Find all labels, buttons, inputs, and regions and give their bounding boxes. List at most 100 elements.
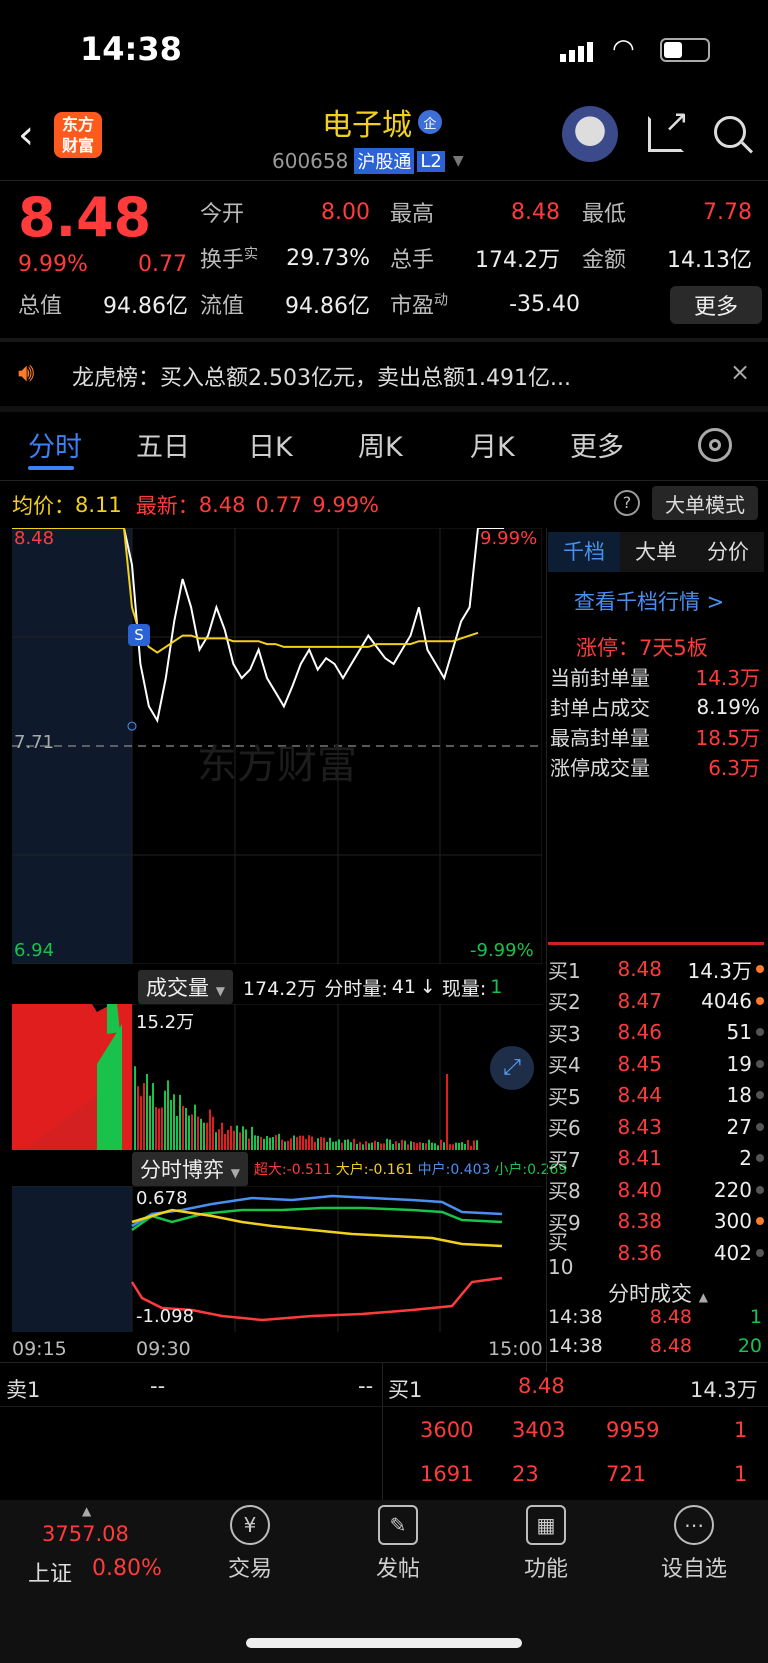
volume-bar: [203, 1122, 205, 1150]
volume-bar: [425, 1143, 427, 1150]
book-cell: 3600: [420, 1418, 474, 1442]
bid-row[interactable]: 买8 8.40 220: [548, 1175, 764, 1205]
home-indicator: [246, 1638, 522, 1648]
edit-icon: ✎: [378, 1505, 418, 1545]
help-icon[interactable]: ?: [614, 490, 640, 516]
quote-value: 174.2万: [475, 248, 560, 273]
volume-bar: [350, 1142, 352, 1150]
volume-bar: [401, 1139, 403, 1150]
index-arrow-icon: ▲: [82, 1504, 92, 1518]
volume-bar: [284, 1141, 286, 1150]
volume-bar: [278, 1133, 280, 1150]
quote-cell: 金额 14.13亿: [582, 242, 752, 274]
tab-0[interactable]: 分时: [28, 425, 82, 464]
time-0930: 09:30: [136, 1338, 191, 1360]
bid-row[interactable]: 买7 8.41 2: [548, 1143, 764, 1173]
tab-3[interactable]: 周K: [358, 425, 403, 464]
bid-row[interactable]: 买3 8.46 51: [548, 1017, 764, 1047]
volume-bar: [371, 1142, 373, 1150]
sell1-volume: --: [358, 1374, 374, 1398]
bid-label: 买10: [548, 1230, 574, 1279]
quote-value: 94.86亿: [285, 294, 370, 319]
volume-bar: [458, 1142, 460, 1150]
volume-bar: [332, 1141, 334, 1150]
volume-bar: [470, 1145, 472, 1150]
now-vol-label: 现量:: [441, 977, 487, 1000]
volume-bar: [146, 1073, 148, 1150]
book-cell: 9959: [606, 1418, 660, 1442]
volume-bar: [308, 1135, 310, 1150]
chevron-down-icon[interactable]: ▼: [453, 153, 464, 169]
volume-bar: [368, 1143, 370, 1150]
seal-stat-row: 涨停成交量 6.3万: [550, 752, 760, 781]
nav-post[interactable]: ✎ 发帖: [343, 1505, 453, 1583]
trades-title[interactable]: 分时成交 ▲: [608, 1278, 708, 1308]
volume-bar: [188, 1115, 190, 1150]
quote-label: 金额: [582, 248, 627, 273]
more-button[interactable]: 更多: [670, 286, 762, 324]
view-qiandang-link[interactable]: 查看千档行情 >: [574, 586, 724, 616]
nav-functions[interactable]: ▦ 功能: [491, 1505, 601, 1583]
volume-bar: [233, 1130, 235, 1150]
enterprise-badge: 企: [418, 110, 442, 134]
tab-1[interactable]: 五日: [136, 425, 190, 464]
robot-avatar-icon[interactable]: [562, 106, 618, 162]
volume-bar: [353, 1138, 355, 1150]
volume-dropdown[interactable]: 成交量 ▼: [138, 970, 233, 1004]
bid-label: 买1: [548, 958, 581, 983]
tab-dadan[interactable]: 大单: [620, 532, 692, 572]
book-cell: 1691: [420, 1462, 474, 1486]
volume-bar: [416, 1143, 418, 1150]
pct-bottom-label: -9.99%: [470, 940, 534, 961]
close-icon[interactable]: ×: [730, 358, 750, 386]
game-dropdown[interactable]: 分时博弈 ▼: [132, 1152, 248, 1186]
tab-fenjia[interactable]: 分价: [692, 532, 764, 572]
big-order-dot-icon: [756, 1059, 764, 1068]
latest-label: 最新：: [135, 494, 199, 518]
s-marker-icon[interactable]: S: [128, 624, 150, 646]
expand-icon[interactable]: ⤢: [490, 1046, 534, 1090]
volume-bar: [251, 1126, 253, 1150]
tab-5[interactable]: 更多: [570, 425, 624, 464]
volume-bar: [236, 1125, 238, 1150]
nav-watchlist[interactable]: ⋯ 设自选: [639, 1505, 749, 1583]
volume-bar: [311, 1136, 313, 1150]
nav-trade[interactable]: ¥ 交易: [195, 1505, 305, 1583]
volume-bar: [239, 1132, 241, 1150]
quote-label: 最高: [390, 202, 435, 227]
price-chart[interactable]: 东方财富: [12, 528, 542, 964]
volume-bar: [326, 1141, 328, 1150]
tab-4[interactable]: 月K: [470, 425, 515, 464]
volume-bar: [254, 1135, 256, 1150]
bid-row[interactable]: 买2 8.47 4046: [548, 986, 764, 1016]
bid-row[interactable]: 买10 8.36 402: [548, 1230, 764, 1279]
volume-bar: [404, 1140, 406, 1150]
volume-bar: [206, 1122, 208, 1150]
back-icon[interactable]: ‹: [18, 112, 34, 158]
volume-bar: [164, 1090, 166, 1150]
notice-text[interactable]: 龙虎榜：买入总额2.503亿元，卖出总额1.491亿...: [72, 360, 652, 392]
index-value[interactable]: 3757.08: [42, 1522, 129, 1546]
big-order-mode-button[interactable]: 大单模式: [652, 486, 758, 520]
tab-qiandang[interactable]: 千档: [548, 532, 620, 572]
bid-row[interactable]: 买5 8.44 18: [548, 1080, 764, 1110]
volume-bar: [218, 1129, 220, 1150]
volume-bar: [134, 1066, 136, 1150]
volume-bar: [413, 1142, 415, 1150]
volume-bar: [290, 1138, 292, 1150]
volume-bar: [434, 1143, 436, 1150]
volume-bar: [323, 1137, 325, 1150]
quote-cell: 换手实 29.73%: [200, 242, 370, 274]
tab-2[interactable]: 日K: [248, 425, 293, 464]
volume-bar: [359, 1142, 361, 1150]
signal-icon: [560, 40, 594, 62]
bid-row[interactable]: 买6 8.43 27: [548, 1112, 764, 1142]
volume-bar: [149, 1095, 151, 1150]
trade-time: 14:38: [548, 1335, 603, 1357]
book-cell: 1: [734, 1418, 748, 1442]
super-label: 超大:-0.511: [253, 1162, 332, 1178]
volume-max-label: 15.2万: [136, 1012, 195, 1033]
bid-row[interactable]: 买1 8.48 14.3万: [548, 954, 764, 984]
volume-bar: [476, 1140, 478, 1150]
bid-row[interactable]: 买4 8.45 19: [548, 1049, 764, 1079]
